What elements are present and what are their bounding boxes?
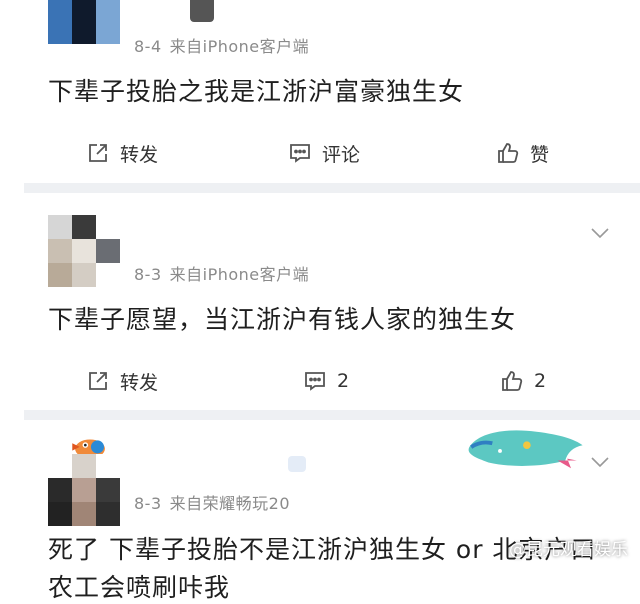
action-bar: 转发 2 2: [0, 361, 640, 401]
comment-meta: 8-3 来自荣耀畅玩20: [134, 490, 290, 514]
comment-date: 8-3: [134, 265, 162, 284]
whale-decoration-icon: [468, 430, 583, 469]
share-icon: [89, 144, 107, 162]
like-button[interactable]: 赞: [496, 133, 549, 173]
comment-date: 8-4: [134, 37, 162, 56]
comment-source: 来自荣耀畅玩20: [169, 494, 291, 513]
name-decoration: [288, 456, 306, 472]
comment-source: 来自iPhone客户端: [169, 37, 310, 56]
avatar[interactable]: [48, 454, 120, 526]
comment-icon: [290, 144, 310, 163]
avatar[interactable]: [48, 215, 120, 287]
repost-label: 转发: [120, 371, 159, 394]
repost-button[interactable]: 转发: [86, 133, 158, 173]
comment-button[interactable]: 2: [303, 361, 349, 401]
action-bar: 转发 评论 赞: [0, 133, 640, 173]
avatar-badge: [190, 0, 214, 22]
watermark: @昆元观看娱乐: [509, 540, 628, 560]
comment-meta: 8-4 来自iPhone客户端: [134, 33, 309, 57]
comment-text-line2: 农工会喷刷咔我: [48, 573, 231, 602]
share-icon: [89, 372, 107, 390]
comment-date: 8-3: [134, 494, 162, 513]
comment-text: 下辈子投胎之我是江浙沪富豪独生女: [48, 77, 465, 106]
separator: [24, 183, 640, 193]
comment-source: 来自iPhone客户端: [169, 265, 310, 284]
thumbs-up-icon: [502, 371, 523, 391]
repost-button[interactable]: 转发: [86, 361, 158, 401]
comment-card-1: 8-4 来自iPhone客户端 下辈子投胎之我是江浙沪富豪独生女 转发 评论 赞: [0, 0, 640, 183]
comment-count: 2: [337, 370, 350, 392]
like-label: 赞: [530, 143, 550, 166]
comment-icon: [305, 372, 325, 391]
comment-label: 评论: [322, 143, 361, 166]
comment-card-2: 8-3 来自iPhone客户端 下辈子愿望，当江浙沪有钱人家的独生女 转发 2 2: [0, 193, 640, 410]
avatar[interactable]: [48, 0, 120, 44]
like-count: 2: [534, 370, 547, 392]
thumbs-up-icon: [498, 143, 519, 163]
repost-label: 转发: [120, 143, 159, 166]
like-button[interactable]: 2: [500, 361, 546, 401]
comment-meta: 8-3 来自iPhone客户端: [134, 261, 309, 285]
chevron-down-icon[interactable]: [590, 227, 610, 239]
chevron-down-icon[interactable]: [590, 456, 610, 468]
comment-text: 下辈子愿望，当江浙沪有钱人家的独生女: [48, 305, 517, 334]
separator: [24, 410, 640, 420]
comment-button[interactable]: 评论: [288, 133, 360, 173]
